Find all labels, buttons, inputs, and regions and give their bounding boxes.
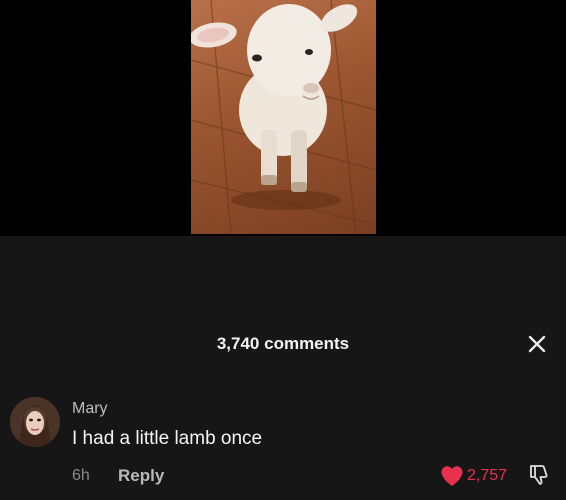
comment-item: Mary I had a little lamb once 6h Reply 2…	[0, 394, 566, 500]
close-icon[interactable]	[526, 333, 548, 355]
lamb-image	[191, 0, 376, 234]
video-area[interactable]	[0, 0, 566, 236]
comments-sheet: 3,740 comments Mary I had a little lamb …	[0, 236, 566, 500]
like-count: 2,757	[467, 467, 508, 484]
comment-time: 6h	[72, 467, 90, 484]
heart-icon[interactable]	[440, 465, 464, 487]
reply-button[interactable]: Reply	[118, 465, 164, 487]
comment-text: I had a little lamb once	[72, 428, 263, 449]
comment-count: 3,740 comments	[216, 334, 350, 353]
thumbs-down-icon[interactable]	[527, 463, 551, 487]
comments-header: 3,740 comments	[0, 332, 566, 356]
comment-username[interactable]: Mary	[72, 399, 108, 419]
video-thumbnail[interactable]	[191, 0, 376, 234]
avatar[interactable]	[10, 397, 60, 447]
